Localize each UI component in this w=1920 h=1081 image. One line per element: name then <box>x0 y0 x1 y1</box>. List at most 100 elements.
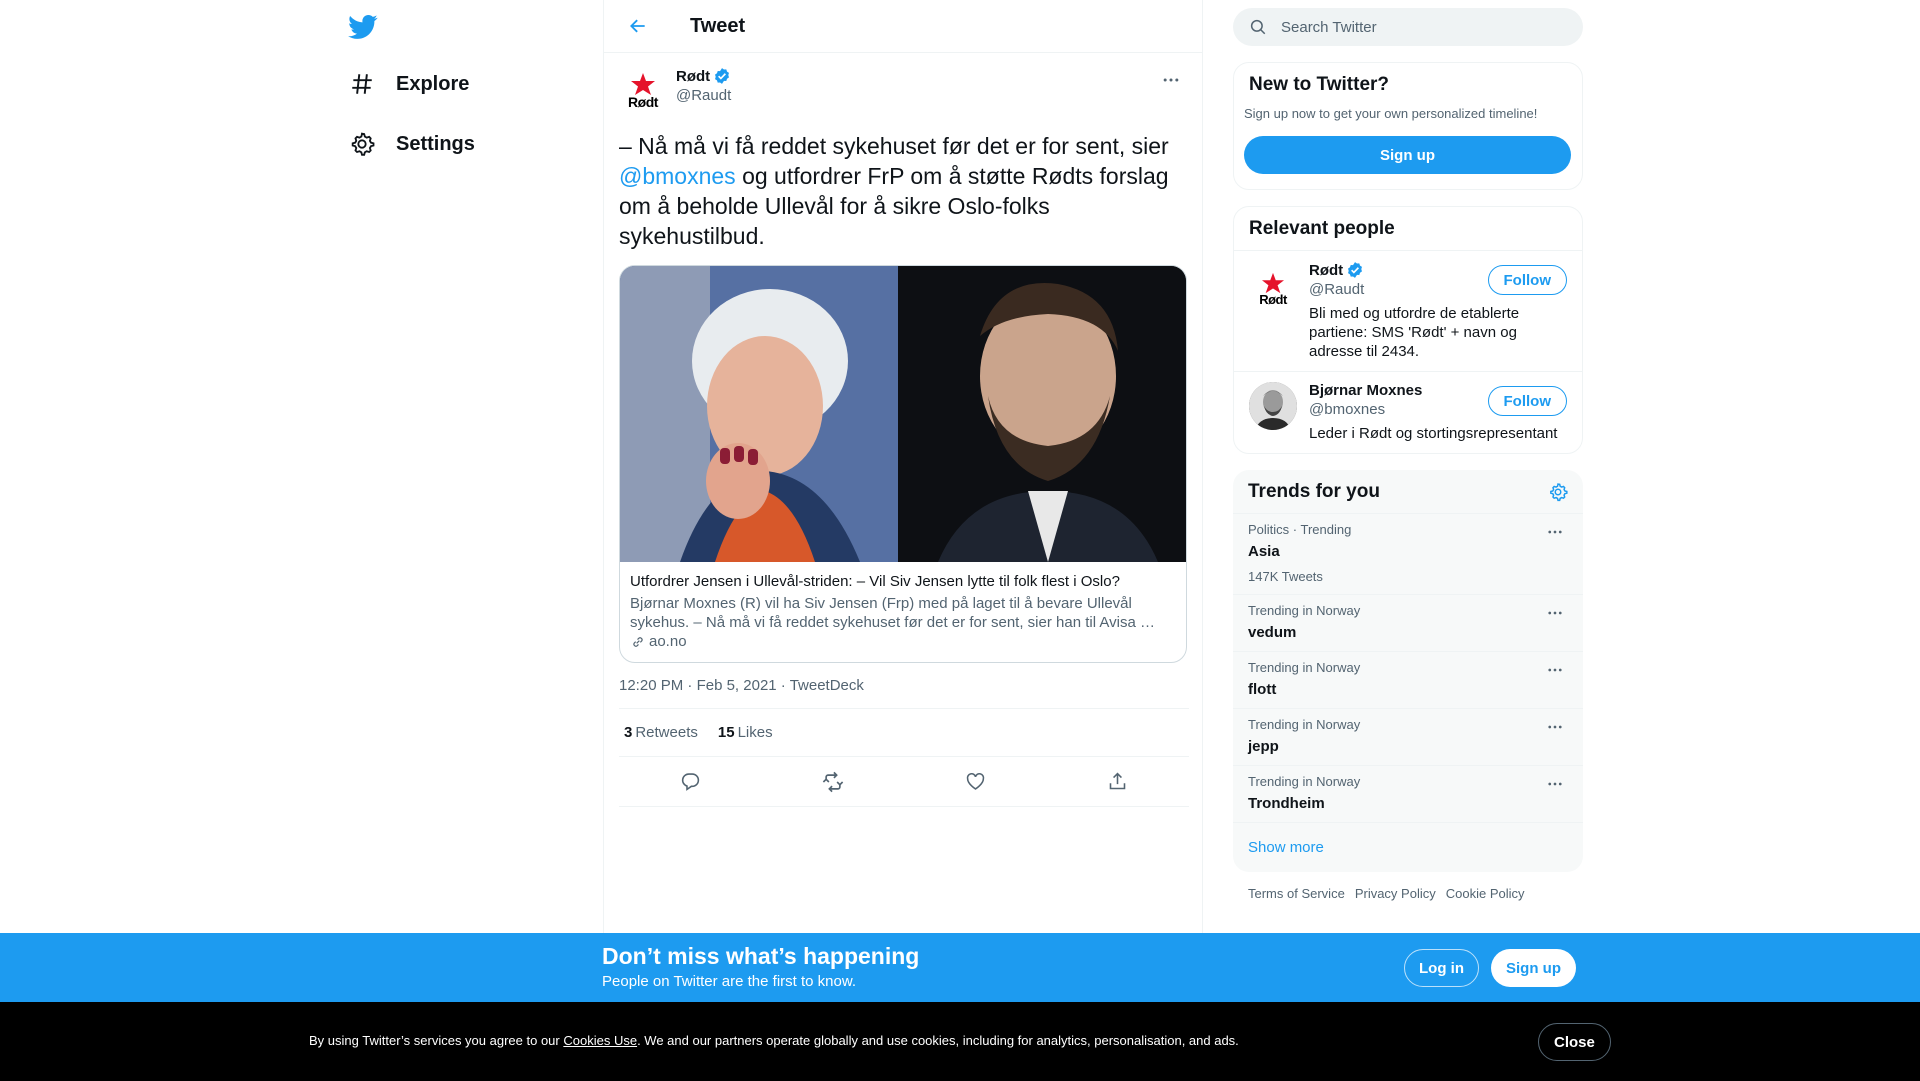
login-button[interactable]: Log in <box>1404 949 1479 987</box>
more-options-icon[interactable] <box>1156 65 1186 95</box>
likes-count: 15 <box>717 724 735 741</box>
share-icon[interactable] <box>1100 764 1136 800</box>
search-icon <box>1250 19 1266 35</box>
right-sidebar: New to Twitter? Sign up now to get your … <box>1233 0 1583 915</box>
card-photo-right <box>898 266 1186 562</box>
cookie-close-button[interactable]: Close <box>1538 1023 1611 1061</box>
author-handle: @Raudt <box>676 87 732 104</box>
tweet: Rødt Rødt @Raudt – Nå må vi få reddet sy… <box>604 53 1202 807</box>
nav-label-explore: Explore <box>396 72 470 95</box>
tweet-source[interactable]: TweetDeck <box>790 677 864 694</box>
retweets-count: 3 <box>624 724 633 741</box>
trends-settings-gear-icon[interactable] <box>1548 482 1568 502</box>
avatar[interactable]: Rødt <box>1249 265 1297 313</box>
follow-button[interactable]: Follow <box>1487 265 1567 295</box>
trend-context: Trending in Norway <box>1248 603 1361 618</box>
new-to-twitter-title: New to Twitter? <box>1249 74 1390 95</box>
follow-button[interactable]: Follow <box>1487 386 1567 416</box>
relevant-people-title: Relevant people <box>1234 207 1582 251</box>
person-bio: Leder i Rødt og stortingsrepresentant <box>1309 425 1558 442</box>
mention-link[interactable]: @bmoxnes <box>619 163 736 189</box>
author-name[interactable]: Rødt <box>676 67 731 85</box>
trend-item[interactable]: Trending in Norway jepp <box>1233 709 1583 766</box>
reply-icon[interactable] <box>672 764 708 800</box>
trend-item[interactable]: Politics · Trending Asia 147K Tweets <box>1233 514 1583 595</box>
verified-badge-icon <box>1348 262 1363 278</box>
trend-context: Politics · Trending <box>1248 522 1352 537</box>
relevant-people-panel: Relevant people Rødt Rødt @Raudt Bli med… <box>1233 206 1583 454</box>
footer-link[interactable]: Privacy Policy <box>1355 886 1436 901</box>
page-title: Tweet <box>690 14 746 37</box>
trend-context: Trending in Norway <box>1248 717 1361 732</box>
red-star-icon <box>1262 272 1284 293</box>
back-arrow-icon[interactable] <box>620 8 656 44</box>
gear-icon <box>348 130 376 158</box>
cookie-text: By using Twitter’s services you agree to… <box>309 1033 1239 1048</box>
more-options-icon[interactable] <box>1543 774 1567 794</box>
trend-item[interactable]: Trending in Norway flott <box>1233 652 1583 709</box>
twitter-bird-icon[interactable] <box>348 12 380 42</box>
like-heart-icon[interactable] <box>957 764 993 800</box>
main-column: Tweet Rødt Rødt @Raudt – Nå må vi få red… <box>603 0 1203 1081</box>
cookie-text-after: . We and our partners operate globally a… <box>637 1033 1239 1048</box>
person-name-text: Rødt <box>1309 261 1344 279</box>
likes-stat[interactable]: 15 Likes <box>718 724 773 741</box>
banner-title: Don’t miss what’s happening <box>602 943 920 969</box>
banner-signup-button[interactable]: Sign up <box>1491 949 1576 987</box>
trend-count: 147K Tweets <box>1248 569 1323 584</box>
retweets-stat[interactable]: 3 Retweets <box>624 724 698 741</box>
nav-label-settings: Settings <box>396 132 475 155</box>
author-name-text: Rødt <box>676 67 711 85</box>
nav-item-settings[interactable]: Settings <box>348 124 475 164</box>
tweet-text: – Nå må vi få reddet sykehuset før det e… <box>619 131 1189 251</box>
tweet-date[interactable]: Feb 5, 2021 <box>697 677 777 694</box>
trends-header: Trends for you <box>1233 470 1583 514</box>
tweet-stats: 3 Retweets 15 Likes <box>619 709 1189 757</box>
avatar[interactable]: Rødt <box>619 67 667 115</box>
link-icon <box>633 636 643 647</box>
tweet-author[interactable]: Rødt Rødt @Raudt <box>619 65 1187 121</box>
search-input[interactable] <box>1281 18 1561 36</box>
avatar[interactable] <box>1249 382 1297 430</box>
signup-button[interactable]: Sign up <box>1244 136 1571 174</box>
tweet-time[interactable]: 12:20 PM <box>619 677 683 694</box>
footer-links: Terms of Service Privacy Policy Cookie P… <box>1233 872 1583 915</box>
tweet-meta: 12:20 PM · Feb 5, 2021 · TweetDeck <box>619 677 1189 709</box>
person-bmoxnes[interactable]: Bjørnar Moxnes @bmoxnes Leder i Rødt og … <box>1234 372 1582 453</box>
trend-context: Trending in Norway <box>1248 660 1361 675</box>
more-options-icon[interactable] <box>1543 717 1567 737</box>
signup-banner: Don’t miss what’s happening People on Tw… <box>0 933 1920 1002</box>
trend-item[interactable]: Trending in Norway vedum <box>1233 595 1583 652</box>
cookies-use-link[interactable]: Cookies Use <box>563 1033 637 1048</box>
trend-name: jepp <box>1248 738 1279 755</box>
trend-name: vedum <box>1248 624 1297 641</box>
more-options-icon[interactable] <box>1543 522 1567 542</box>
card-domain: ao.no <box>630 633 1174 650</box>
search-box[interactable] <box>1233 8 1583 46</box>
card-domain-text: ao.no <box>649 633 687 650</box>
person-bio: Bli med og utfordre de etablerte partien… <box>1309 305 1520 360</box>
link-card[interactable]: Utfordrer Jensen i Ullevål-striden: – Vi… <box>619 265 1187 663</box>
footer-link[interactable]: Terms of Service <box>1248 886 1345 901</box>
person-rodt[interactable]: Rødt Rødt @Raudt Bli med og utfordre de … <box>1234 251 1582 372</box>
show-more-link[interactable]: Show more <box>1233 823 1583 872</box>
retweets-label: Retweets <box>635 724 698 741</box>
more-options-icon[interactable] <box>1543 603 1567 623</box>
card-description: Bjørnar Moxnes (R) vil ha Siv Jensen (Fr… <box>630 595 1155 631</box>
retweet-icon[interactable] <box>815 764 851 800</box>
trend-name: Asia <box>1248 543 1280 560</box>
trend-name: flott <box>1248 681 1277 698</box>
trend-context: Trending in Norway <box>1248 774 1361 789</box>
card-image <box>620 266 1186 562</box>
avatar-wordmark: Rødt <box>1259 291 1287 307</box>
footer-link[interactable]: Cookie Policy <box>1446 886 1525 901</box>
avatar-photo <box>1249 382 1297 430</box>
trends-title: Trends for you <box>1248 481 1380 502</box>
nav-item-explore[interactable]: Explore <box>348 64 469 104</box>
card-body: Utfordrer Jensen i Ullevål-striden: – Vi… <box>620 562 1186 662</box>
trend-item[interactable]: Trending in Norway Trondheim <box>1233 766 1583 823</box>
likes-label: Likes <box>737 724 773 741</box>
new-to-twitter-panel: New to Twitter? Sign up now to get your … <box>1233 62 1583 190</box>
cookie-banner: By using Twitter’s services you agree to… <box>0 1002 1920 1081</box>
more-options-icon[interactable] <box>1543 660 1567 680</box>
